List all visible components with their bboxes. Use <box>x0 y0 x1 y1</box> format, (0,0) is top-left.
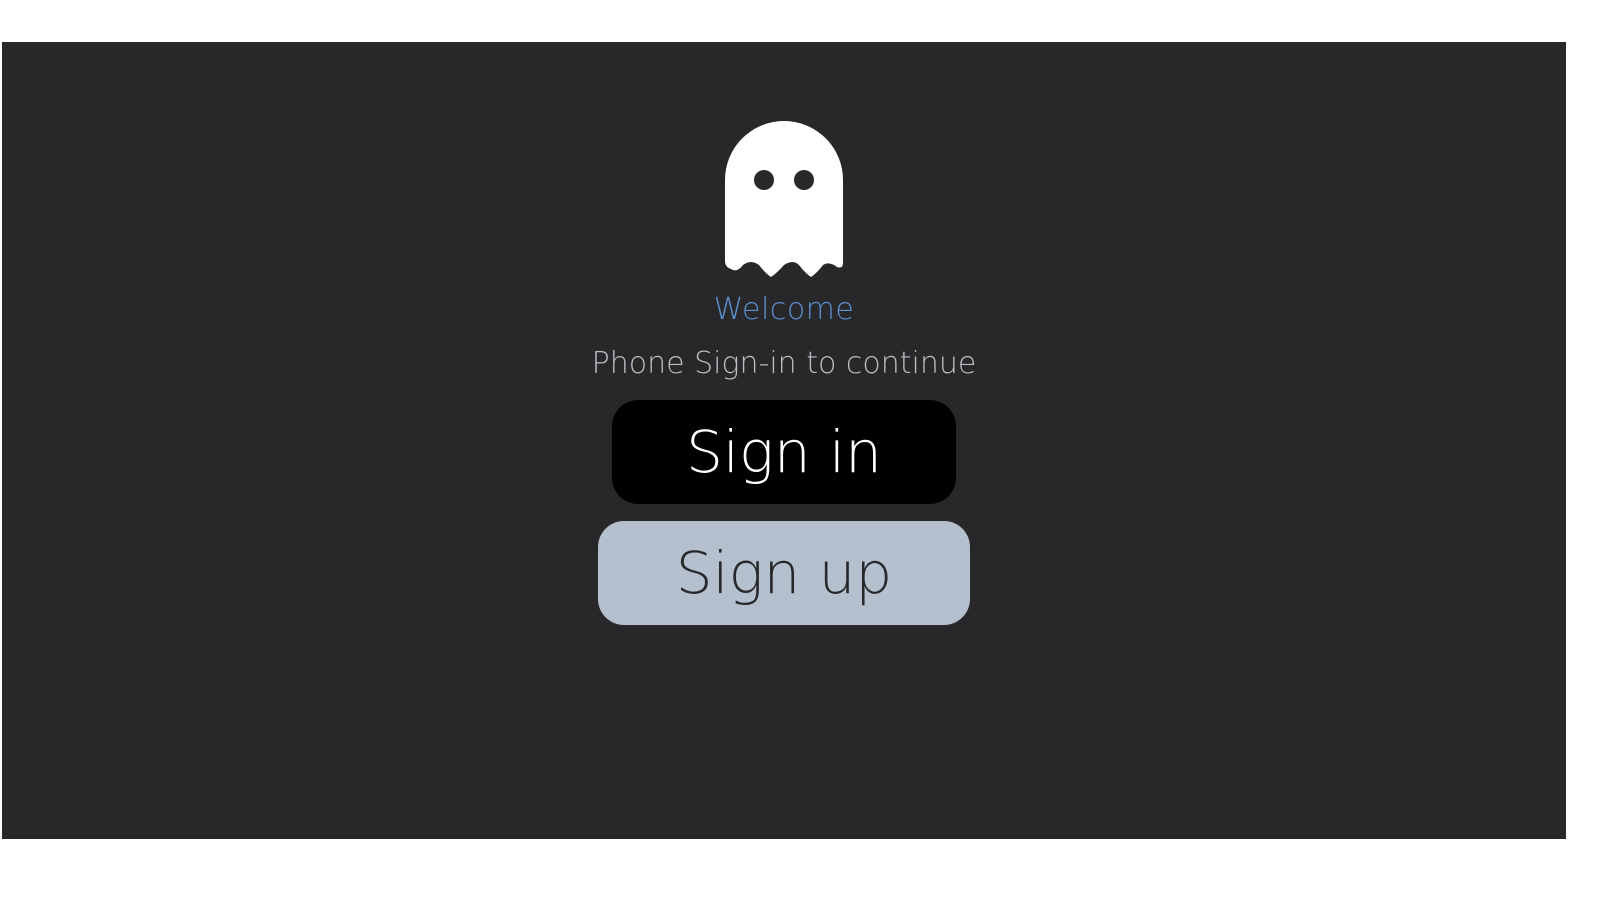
sign-up-button[interactable]: Sign up <box>598 521 970 625</box>
welcome-title: Welcome <box>713 292 855 327</box>
app-viewport: Welcome Phone Sign-in to continue Sign i… <box>2 42 1566 839</box>
sign-in-subtitle: Phone Sign-in to continue <box>591 346 977 381</box>
ghost-icon <box>725 121 845 279</box>
sign-in-button[interactable]: Sign in <box>612 400 956 504</box>
